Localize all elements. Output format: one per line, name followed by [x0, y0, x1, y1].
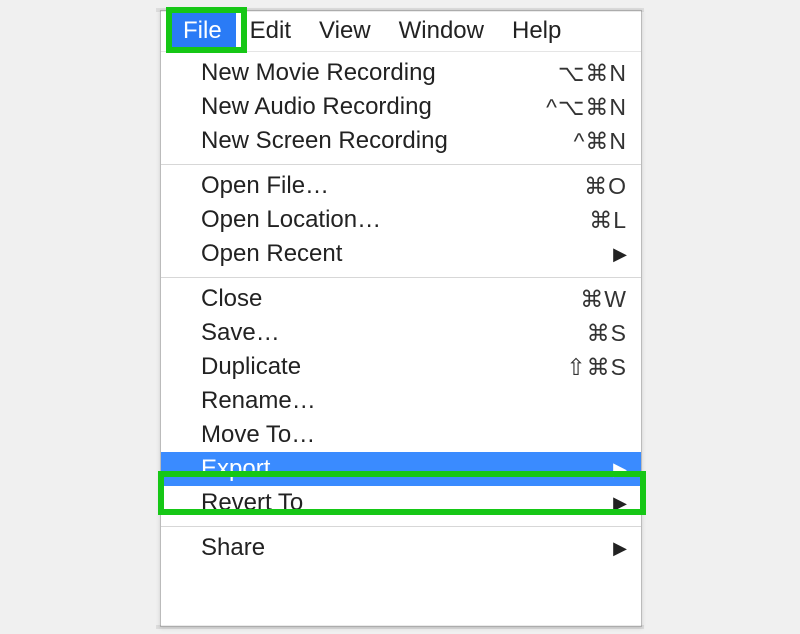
- menu-label: Rename…: [201, 387, 316, 415]
- menu-duplicate[interactable]: Duplicate ⇧⌘S: [161, 350, 641, 384]
- menu-label: New Screen Recording: [201, 127, 448, 155]
- chevron-right-icon: ▶: [613, 459, 627, 480]
- menu-label: Open Location…: [201, 206, 381, 234]
- menu-label: Open Recent: [201, 240, 342, 268]
- menu-revert-to[interactable]: Revert To ▶: [161, 486, 641, 520]
- menu-label: Share: [201, 534, 265, 562]
- menu-label: Close: [201, 285, 262, 313]
- menu-label: Revert To: [201, 489, 303, 517]
- menu-shortcut: ⌘O: [584, 173, 627, 200]
- menu-new-screen-recording[interactable]: New Screen Recording ^⌘N: [161, 124, 641, 158]
- menu-rename[interactable]: Rename…: [161, 384, 641, 418]
- menu-close[interactable]: Close ⌘W: [161, 282, 641, 316]
- menubar-edit[interactable]: Edit: [236, 11, 305, 51]
- menu-save[interactable]: Save… ⌘S: [161, 316, 641, 350]
- menubar-help[interactable]: Help: [498, 11, 575, 51]
- menubar-view[interactable]: View: [305, 11, 385, 51]
- chevron-right-icon: ▶: [613, 538, 627, 559]
- menu-section-file-ops: Close ⌘W Save… ⌘S Duplicate ⇧⌘S Rename… …: [161, 278, 641, 526]
- menu-window: File Edit View Window Help New Movie Rec…: [160, 10, 642, 627]
- menu-open-recent[interactable]: Open Recent ▶: [161, 237, 641, 271]
- menubar: File Edit View Window Help: [161, 11, 641, 52]
- menu-new-movie-recording[interactable]: New Movie Recording ⌥⌘N: [161, 56, 641, 90]
- menu-label: New Audio Recording: [201, 93, 432, 121]
- chevron-right-icon: ▶: [613, 244, 627, 265]
- menu-label: Move To…: [201, 421, 315, 449]
- menu-label: Duplicate: [201, 353, 301, 381]
- menu-open-location[interactable]: Open Location… ⌘L: [161, 203, 641, 237]
- menu-open-file[interactable]: Open File… ⌘O: [161, 169, 641, 203]
- menubar-file[interactable]: File: [169, 11, 236, 51]
- menu-label: Export: [201, 455, 270, 483]
- menu-section-recording: New Movie Recording ⌥⌘N New Audio Record…: [161, 52, 641, 164]
- menu-section-share: Share ▶: [161, 527, 641, 571]
- menu-shortcut: ^⌥⌘N: [546, 94, 627, 121]
- file-menu: New Movie Recording ⌥⌘N New Audio Record…: [161, 52, 641, 571]
- menu-shortcut: ^⌘N: [574, 128, 627, 155]
- menu-section-open: Open File… ⌘O Open Location… ⌘L Open Rec…: [161, 165, 641, 277]
- menu-export[interactable]: Export ▶: [161, 452, 641, 486]
- menubar-window[interactable]: Window: [385, 11, 498, 51]
- menu-shortcut: ⌥⌘N: [558, 60, 627, 87]
- menu-move-to[interactable]: Move To…: [161, 418, 641, 452]
- chevron-right-icon: ▶: [613, 493, 627, 514]
- menu-share[interactable]: Share ▶: [161, 531, 641, 565]
- menu-shortcut: ⌘S: [587, 320, 627, 347]
- menu-new-audio-recording[interactable]: New Audio Recording ^⌥⌘N: [161, 90, 641, 124]
- menu-shortcut: ⌘L: [589, 207, 627, 234]
- menu-shortcut: ⌘W: [580, 286, 627, 313]
- menu-label: New Movie Recording: [201, 59, 436, 87]
- menu-shortcut: ⇧⌘S: [566, 354, 627, 381]
- menu-label: Open File…: [201, 172, 329, 200]
- menu-label: Save…: [201, 319, 280, 347]
